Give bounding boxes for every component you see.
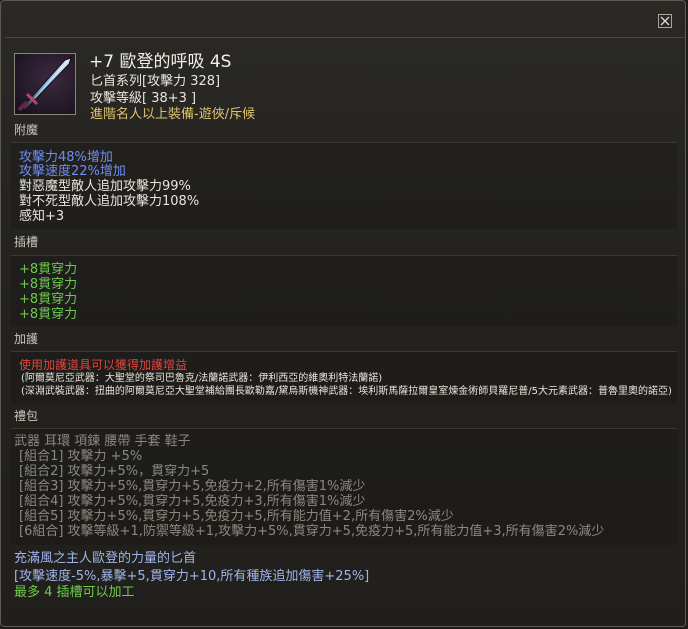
protection-weapons-line: (深淵武裝武器：扭曲的阿爾莫尼亞大聖堂補給團長歐勒嘉/黛烏斯機神武器：埃利斯馬薩… <box>21 386 672 397</box>
set-bonus-line: [組合1] 攻擊力 +5% <box>19 449 143 464</box>
protection-warning: 使用加護道具可以獲得加護增益 <box>19 358 188 372</box>
close-x-icon <box>660 16 670 26</box>
set-label: 禮包 <box>14 409 39 423</box>
enchant-line: 攻擊速度22%增加 <box>19 164 126 179</box>
enchant-line: 對不死型敵人追加攻擊力108% <box>19 194 200 209</box>
enchant-line: 攻擊力48%增加 <box>19 150 113 165</box>
set-parts: 武器 耳環 項鍊 腰帶 手套 鞋子 <box>14 434 191 449</box>
enchant-box: 攻擊力48%增加 攻擊速度22%增加 對惡魔型敵人追加攻擊力99% 對不死型敵人… <box>11 142 677 229</box>
set-bonus-line: [組合2] 攻擊力+5%，貫穿力+5 <box>19 464 210 479</box>
slot-line: +8貫穿力 <box>19 292 78 307</box>
header-divider <box>5 37 685 38</box>
set-bonus-line: [6組合] 攻擊等級+1,防禦等級+1,攻擊力+5%,貫穿力+5,免疫力+5,所… <box>19 524 605 539</box>
item-description: 充滿風之主人歐登的力量的匕首 <box>14 551 197 566</box>
protection-label: 加護 <box>14 332 39 346</box>
set-bonus-line: [組合4] 攻擊力+5%,貫穿力+5,免疫力+3,所有傷害1%減少 <box>19 494 366 509</box>
enchant-label: 附魔 <box>14 123 39 137</box>
set-bonus-line: [組合3] 攻擊力+5%,貫穿力+5,免疫力+2,所有傷害1%減少 <box>19 479 366 494</box>
item-tooltip-panel: +7 歐登的呼吸 4S 匕首系列[攻擊力 328] 攻擊等級[ 38+3 ] 進… <box>0 0 686 627</box>
slot-line: +8貫穿力 <box>19 307 78 322</box>
protection-weapons-line: (阿爾莫尼亞武器：大聖堂的祭司巴魯克/法蘭諾武器：伊利西亞的維奧利特法蘭諾) <box>21 373 383 384</box>
attack-level: 攻擊等級[ 38+3 ] <box>90 91 197 106</box>
set-box: 武器 耳環 項鍊 腰帶 手套 鞋子 [組合1] 攻擊力 +5% [組合2] 攻擊… <box>11 428 677 545</box>
protection-box: 使用加護道具可以獲得加護增益 (阿爾莫尼亞武器：大聖堂的祭司巴魯克/法蘭諾武器：… <box>11 351 677 404</box>
slot-line: +8貫穿力 <box>19 262 78 277</box>
set-bonus-line: [組合5] 攻擊力+5%,貫穿力+5,免疫力+5,所有能力值+2,所有傷害2%減… <box>19 509 454 524</box>
item-type: 匕首系列[攻擊力 328] <box>90 74 221 89</box>
slot-line: +8貫穿力 <box>19 277 78 292</box>
slots-box: +8貫穿力 +8貫穿力 +8貫穿力 +8貫穿力 <box>11 255 677 326</box>
item-bonus-stats: [攻擊速度-5%,暴擊+5,貫穿力+10,所有種族追加傷害+25%] <box>14 569 370 584</box>
slot-capacity-note: 最多 4 插槽可以加工 <box>14 585 135 600</box>
close-button[interactable] <box>658 14 672 28</box>
slots-label: 插槽 <box>14 235 39 249</box>
enchant-line: 對惡魔型敵人追加攻擊力99% <box>19 179 191 194</box>
enchant-line: 感知+3 <box>19 209 65 224</box>
dagger-weapon-icon <box>14 53 76 115</box>
item-name: +7 歐登的呼吸 4S <box>89 52 232 72</box>
equip-requirement: 進階名人以上裝備-遊俠/斥候 <box>90 107 256 122</box>
